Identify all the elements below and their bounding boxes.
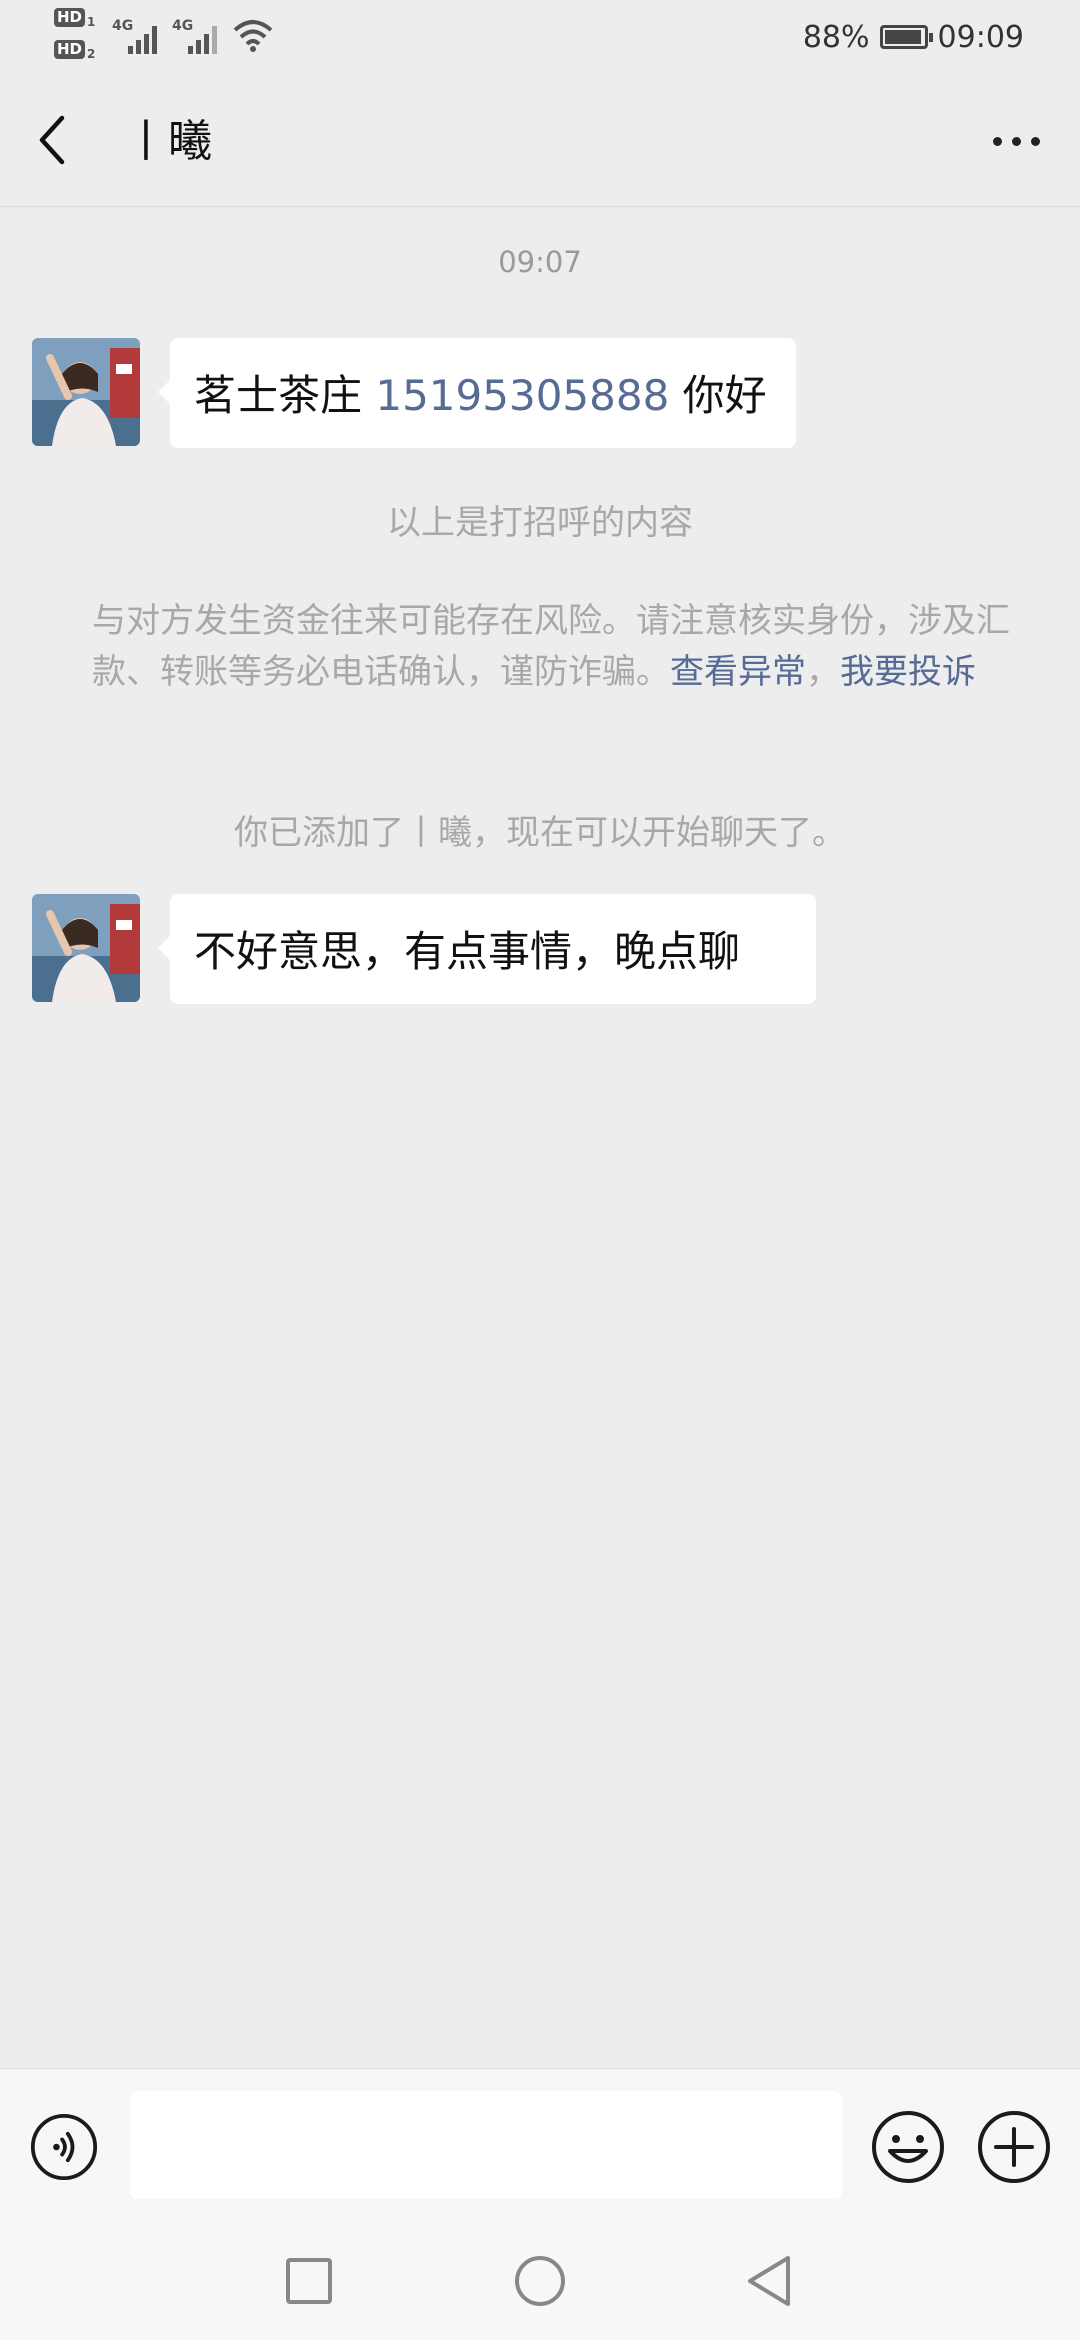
- battery-icon: [879, 25, 933, 49]
- avatar-photo: [32, 894, 140, 1002]
- hd1-badge: HD: [54, 8, 86, 27]
- message-timestamp: 09:07: [498, 245, 582, 279]
- message-bubble[interactable]: 不好意思，有点事情，晚点聊: [158, 894, 816, 1004]
- more-dots-icon[interactable]: [986, 124, 1046, 158]
- emoji-icon[interactable]: [870, 2109, 946, 2185]
- voice-icon[interactable]: [30, 2113, 98, 2181]
- avatar-photo: [32, 338, 140, 446]
- greeting-note: 以上是打招呼的内容: [387, 503, 693, 543]
- chat-title: 丨曦: [124, 116, 212, 167]
- chat-header: 丨曦: [0, 72, 1080, 207]
- contact-avatar[interactable]: [32, 894, 140, 1002]
- view-abnormal-link[interactable]: 查看异常: [670, 652, 806, 692]
- message-text: 你好: [669, 371, 767, 420]
- signal1-icon: [128, 26, 157, 54]
- hd2-badge: HD: [54, 40, 86, 59]
- hd2-sub: 2: [87, 47, 96, 61]
- report-link[interactable]: 我要投诉: [840, 652, 976, 692]
- message-bubble[interactable]: 茗士茶庄 15195305888 你好: [158, 338, 796, 448]
- wifi-icon: [233, 20, 273, 52]
- message-input[interactable]: [130, 2091, 842, 2199]
- system-nav-bar: [0, 2224, 1080, 2340]
- status-time: 09:09: [937, 19, 1024, 55]
- signal2-icon: [188, 26, 217, 54]
- risk-warning: 与对方发生资金往来可能存在风险。请注意核实身份，涉及汇款、转账等务必电话确认，谨…: [92, 596, 1012, 698]
- friend-added-note: 你已添加了丨曦，现在可以开始聊天了。: [234, 813, 846, 853]
- warning-separator: ，: [806, 652, 840, 692]
- message-text: 不好意思，有点事情，晚点聊: [194, 927, 741, 976]
- plus-icon[interactable]: [976, 2109, 1052, 2185]
- status-bar: HD 1 HD 2 4G 4G 88% 09:09: [0, 0, 1080, 72]
- input-bar: [0, 2068, 1080, 2225]
- message-text: 茗士茶庄: [194, 371, 376, 420]
- status-right: 88% 09:09: [803, 12, 1024, 62]
- hd1-sub: 1: [87, 15, 96, 29]
- circle-icon[interactable]: [513, 2254, 567, 2308]
- phone-number-link[interactable]: 15195305888: [375, 371, 669, 420]
- chevron-left-icon[interactable]: [30, 110, 76, 170]
- square-icon[interactable]: [284, 2256, 334, 2306]
- battery-percent: 88%: [802, 19, 870, 55]
- contact-avatar[interactable]: [32, 338, 140, 446]
- triangle-back-icon[interactable]: [744, 2254, 796, 2308]
